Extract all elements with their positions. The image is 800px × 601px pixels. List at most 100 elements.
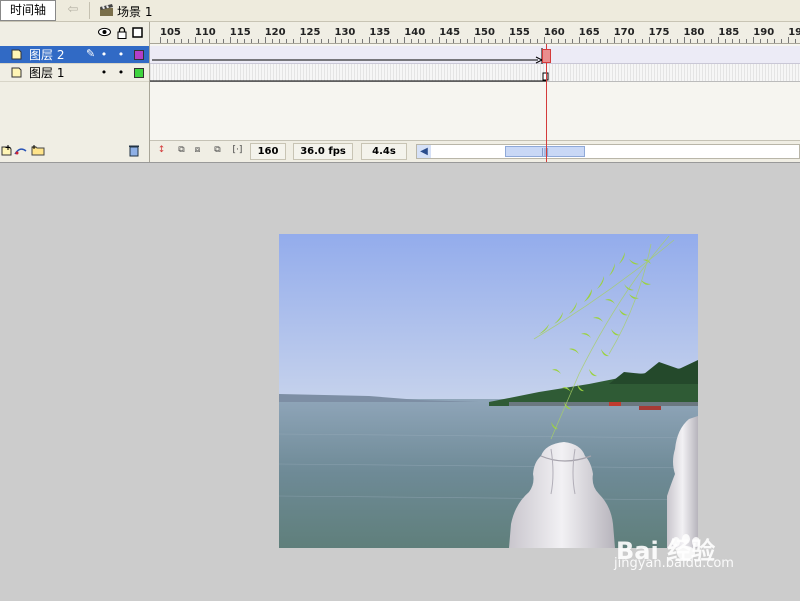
ruler-tick-mark [446, 39, 448, 43]
ruler-tick-mark [229, 37, 231, 43]
ruler-tick-mark [166, 39, 168, 43]
ruler-tick-mark [180, 39, 182, 43]
timeline-status-bar: ↕ ⧉ ⧈ ⧉ [·] 160 36.0 fps 4.4s ◀ ||| [150, 140, 800, 162]
add-folder-icon[interactable] [31, 144, 46, 156]
frame-span [150, 72, 549, 82]
frame-rate-field[interactable]: 36.0 fps [293, 143, 353, 160]
eye-icon[interactable] [98, 27, 111, 40]
layer-row-1[interactable]: 图层 1 • • [0, 64, 149, 82]
timeline-tab[interactable]: 时间轴 [0, 0, 56, 21]
back-arrow-icon[interactable]: ⇦ [64, 2, 82, 18]
ruler-tick-mark [425, 39, 427, 43]
layer-footer [0, 140, 149, 162]
onion-outline-icon[interactable]: ⧈ [191, 144, 204, 157]
visibility-dot[interactable]: • [99, 47, 109, 63]
ruler-tick-mark [620, 39, 622, 43]
ruler-tick-mark [613, 37, 615, 43]
ruler-tick-mark [313, 39, 315, 43]
lock-dot[interactable]: • [116, 47, 126, 63]
ruler-tick-mark [362, 39, 364, 43]
layer-name[interactable]: 图层 1 [29, 65, 64, 81]
ruler-tick-mark [655, 39, 657, 43]
ruler-tick-mark [592, 39, 594, 43]
layer-color-swatch[interactable] [134, 50, 144, 60]
ruler-tick-mark [795, 39, 797, 43]
ruler-tick-mark [327, 39, 329, 43]
layer-row-2[interactable]: 图层 2 ✎ • • [0, 46, 149, 64]
ruler-tick-mark [208, 39, 210, 43]
ruler-tick-label: 145 [439, 27, 461, 38]
ruler-tick-mark [690, 39, 692, 43]
onion-skin-icon[interactable]: ⧉ [175, 144, 188, 157]
visibility-dot[interactable]: • [99, 65, 109, 81]
watermark-url: jingyan.baidu.com [614, 556, 734, 571]
lake-photo[interactable] [279, 234, 698, 548]
modify-onion-markers-icon[interactable]: [·] [231, 144, 244, 157]
ruler-tick-mark [557, 39, 559, 43]
edit-multiple-frames-icon[interactable]: ⧉ [211, 144, 224, 157]
ruler-tick-mark [481, 39, 483, 43]
ruler-tick-mark [697, 39, 699, 43]
ruler-tick-mark [439, 37, 441, 43]
stage[interactable]: Bai 经验 jingyan.baidu.com [0, 162, 800, 601]
layer-page-icon [11, 67, 22, 78]
ruler-tick-mark [411, 39, 413, 43]
horizontal-scrollbar[interactable]: ◀ ||| [416, 144, 800, 159]
ruler-tick-mark [474, 37, 476, 43]
lock-dot[interactable]: • [116, 65, 126, 81]
add-motion-guide-icon[interactable] [14, 145, 28, 156]
scroll-thumb[interactable]: ||| [505, 146, 585, 157]
ruler-tick-mark [641, 39, 643, 43]
delete-layer-icon[interactable] [128, 144, 140, 157]
ruler-tick-mark [397, 39, 399, 43]
ruler-tick-label: 120 [264, 27, 286, 38]
ruler-tick-label: 170 [613, 27, 635, 38]
center-frame-icon[interactable]: ↕ [155, 144, 168, 157]
ruler-tick-label: 115 [229, 27, 251, 38]
ruler-tick-mark [460, 39, 462, 43]
frame-track-layer-2[interactable] [150, 46, 800, 64]
ruler-tick-mark [627, 39, 629, 43]
layer-name[interactable]: 图层 2 [29, 47, 64, 63]
ruler-tick-mark [522, 39, 524, 43]
ruler-tick-mark [648, 37, 650, 43]
ruler-tick-mark [683, 37, 685, 43]
ruler-tick-mark [732, 39, 734, 43]
ruler-tick-mark [292, 39, 294, 43]
pencil-icon: ✎ [86, 47, 96, 60]
scene-label[interactable]: 场景 1 [117, 3, 152, 20]
ruler-tick-mark [495, 39, 497, 43]
ruler-tick-mark [488, 39, 490, 43]
ruler-tick-mark [341, 39, 343, 43]
frame-ruler[interactable]: 105 110 115 120 125 130 135 140 145 150 155 160 165 1… [150, 22, 800, 44]
frame-track-layer-1[interactable] [150, 64, 800, 82]
ruler-tick-mark [243, 39, 245, 43]
ruler-tick-mark [564, 39, 566, 43]
layer-page-icon [11, 49, 22, 60]
ruler-tick-mark [536, 39, 538, 43]
layer-header [0, 22, 149, 46]
ruler-tick-mark [173, 39, 175, 43]
lock-icon[interactable] [115, 27, 128, 40]
layer-color-swatch[interactable] [134, 68, 144, 78]
ruler-tick-label: 180 [683, 27, 705, 38]
ruler-tick-mark [704, 39, 706, 43]
scroll-left-icon[interactable]: ◀ [417, 145, 431, 158]
outline-icon[interactable] [131, 27, 144, 40]
ruler-tick-mark [725, 39, 727, 43]
ruler-tick-mark [515, 39, 517, 43]
ruler-tick-label: 110 [194, 27, 216, 38]
ruler-tick-mark [348, 39, 350, 43]
toolbar-divider [89, 2, 90, 19]
ruler-tick-mark [160, 37, 161, 43]
ruler-tick-mark [550, 39, 552, 43]
ruler-tick-mark [571, 39, 573, 43]
add-layer-icon[interactable] [1, 145, 13, 156]
ruler-tick-mark [257, 39, 259, 43]
layer-panel: 图层 2 ✎ • • 图层 1 • • [0, 22, 150, 162]
ruler-tick-label: 140 [404, 27, 426, 38]
ruler-tick-mark [418, 39, 420, 43]
ruler-tick-mark [746, 39, 748, 43]
playhead-handle[interactable] [542, 49, 551, 63]
ruler-tick-mark [606, 39, 608, 43]
